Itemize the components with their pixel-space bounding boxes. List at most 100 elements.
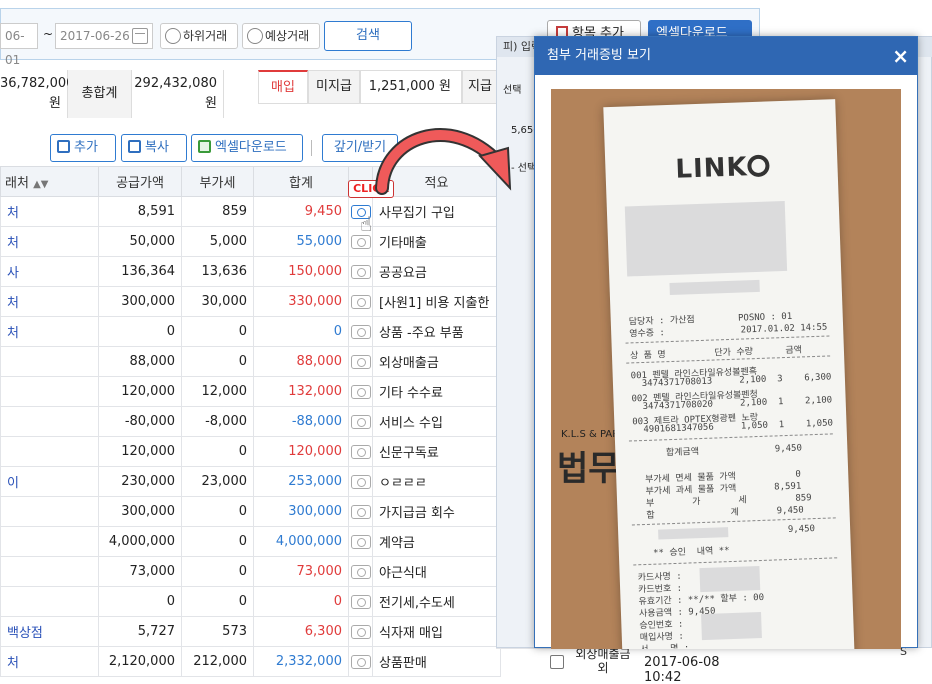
background-print-large: 법무	[557, 449, 620, 489]
camera-icon[interactable]	[350, 564, 371, 579]
cell-attachment	[348, 436, 373, 467]
cell-memo: ㅇㄹㄹㄹ	[372, 466, 501, 497]
sub-transaction-radio[interactable]: 하위거래	[160, 23, 238, 49]
close-icon[interactable]: ×	[892, 37, 909, 75]
cell-memo: 신문구독료	[372, 436, 501, 467]
calendar-icon[interactable]	[132, 28, 148, 44]
table-row[interactable]: 이 230,000 23,000 253,000 ㅇㄹㄹㄹ	[0, 466, 501, 497]
excel-download-button[interactable]: 엑셀다운로드	[191, 134, 303, 162]
cell-vendor: 처	[0, 316, 99, 347]
table-row[interactable]: 처 300,000 30,000 330,000 [사원1] 비용 지출한	[0, 286, 501, 317]
cell-memo: 상품 -주요 부품	[372, 316, 501, 347]
table-row[interactable]: 88,000 0 88,000 외상매출금	[0, 346, 501, 377]
cell-supply: 8,591	[98, 196, 182, 227]
table-row[interactable]: 처 0 0 0 상품 -주요 부품	[0, 316, 501, 347]
toolbar-divider	[311, 140, 312, 156]
date-to-input[interactable]: 2017-06-26	[55, 23, 153, 49]
edit-icon	[57, 140, 70, 153]
cell-total: -88,000	[253, 406, 349, 437]
table-row[interactable]: 73,000 0 73,000 야근식대	[0, 556, 501, 587]
camera-icon[interactable]	[350, 654, 371, 669]
camera-icon[interactable]	[350, 594, 371, 609]
tab-unpaid[interactable]: 미지급	[308, 70, 360, 104]
cell-memo: 공공요금	[372, 256, 501, 287]
cell-total: 0	[253, 316, 349, 347]
table-row[interactable]: 백상점 5,727 573 6,300 식자재 매입	[0, 616, 501, 647]
cell-total: 132,000	[253, 376, 349, 407]
cell-attachment	[348, 616, 373, 647]
table-row[interactable]: 120,000 0 120,000 신문구독료	[0, 436, 501, 467]
cell-attachment	[348, 316, 373, 347]
cell-total: 4,000,000	[253, 526, 349, 557]
camera-icon[interactable]	[350, 384, 371, 399]
camera-icon[interactable]	[350, 444, 371, 459]
cell-vat: 859	[181, 196, 254, 227]
camera-icon[interactable]	[350, 414, 371, 429]
cell-attachment	[348, 526, 373, 557]
tab-purchase[interactable]: 매입	[258, 70, 308, 104]
tab-pay[interactable]: 지급	[462, 70, 498, 104]
total-amount-cell: 292,432,080 원	[132, 70, 224, 118]
background-select[interactable]: 선택	[503, 81, 521, 96]
camera-icon[interactable]	[350, 234, 371, 249]
cell-vendor	[0, 526, 99, 557]
camera-icon[interactable]	[350, 504, 371, 519]
detail-icon[interactable]	[550, 655, 564, 669]
camera-icon[interactable]	[350, 474, 371, 489]
table-row[interactable]: 처 50,000 5,000 55,000 기타매출	[0, 226, 501, 257]
cell-vat: 212,000	[181, 646, 254, 677]
cell-vendor: 이	[0, 466, 99, 497]
sort-icon[interactable]: ▲▼	[33, 179, 48, 190]
column-header-vendor[interactable]: 래처 ▲▼	[0, 166, 99, 197]
camera-icon[interactable]	[350, 354, 371, 369]
table-row[interactable]: 처 8,591 859 9,450 사무집기 구입	[0, 196, 501, 227]
table-row[interactable]: 0 0 0 전기세,수도세	[0, 586, 501, 617]
table-row[interactable]: 120,000 12,000 132,000 기타 수수료	[0, 376, 501, 407]
receipt-image: K.L.S & PAR 법무 LINK 담당자 : 가산점 POSNO : 01…	[551, 89, 901, 649]
cell-memo: 전기세,수도세	[372, 586, 501, 617]
cell-memo: 서비스 수입	[372, 406, 501, 437]
cell-supply: 88,000	[98, 346, 182, 377]
receipt-logo-text: LINK	[675, 152, 749, 185]
table-row[interactable]: 사 136,364 13,636 150,000 공공요금	[0, 256, 501, 287]
cell-attachment	[348, 556, 373, 587]
cell-memo: 야근식대	[372, 556, 501, 587]
cell-vendor	[0, 376, 99, 407]
cell-attachment	[348, 376, 373, 407]
expected-transaction-radio[interactable]: 예상거래	[242, 23, 320, 49]
camera-icon[interactable]	[350, 624, 371, 639]
search-button[interactable]: 검색	[324, 21, 412, 51]
cell-attachment	[348, 346, 373, 377]
cell-total: 73,000	[253, 556, 349, 587]
cell-vat: 0	[181, 316, 254, 347]
camera-icon[interactable]	[350, 294, 371, 309]
cell-supply: 0	[98, 316, 182, 347]
receipt-paper: LINK 담당자 : 가산점 POSNO : 01 영수증 : 2017.01.…	[603, 99, 855, 649]
cell-attachment	[348, 406, 373, 437]
cell-supply: 5,727	[98, 616, 182, 647]
cell-attachment	[348, 646, 373, 677]
add-button[interactable]: 추가	[50, 134, 116, 162]
copy-button[interactable]: 복사	[121, 134, 187, 162]
cell-vendor: 백상점	[0, 616, 99, 647]
date-to-value: 2017-06-26	[60, 29, 130, 43]
table-row[interactable]: 처 2,120,000 212,000 2,332,000 상품판매	[0, 646, 501, 677]
excel-label: 엑셀다운로드	[215, 140, 287, 155]
transaction-table: 래처 ▲▼ 공급가액 부가세 합계 적요 처 8,591 859 9,450 사무집기 …	[0, 166, 501, 677]
logo-ring-icon	[747, 154, 770, 178]
cell-vendor	[0, 406, 99, 437]
camera-icon[interactable]	[350, 324, 371, 339]
cell-vat: 0	[181, 556, 254, 587]
table-row[interactable]: -80,000 -8,000 -88,000 서비스 수입	[0, 406, 501, 437]
camera-icon[interactable]	[350, 534, 371, 549]
cell-memo: 상품판매	[372, 646, 501, 677]
table-row[interactable]: 4,000,000 0 4,000,000 계약금	[0, 526, 501, 557]
bottom-datetime: 2017-06-08 10:42	[644, 655, 720, 684]
cell-memo: [사원1] 비용 지출한	[372, 286, 501, 317]
camera-icon[interactable]	[350, 264, 371, 279]
modal-header: 첨부 거래증빙 보기 ×	[535, 37, 917, 75]
cell-supply: -80,000	[98, 406, 182, 437]
date-range-separator: ~	[43, 27, 54, 41]
table-row[interactable]: 300,000 0 300,000 가지급금 회수	[0, 496, 501, 527]
date-from-input[interactable]: 06-01	[0, 23, 38, 67]
